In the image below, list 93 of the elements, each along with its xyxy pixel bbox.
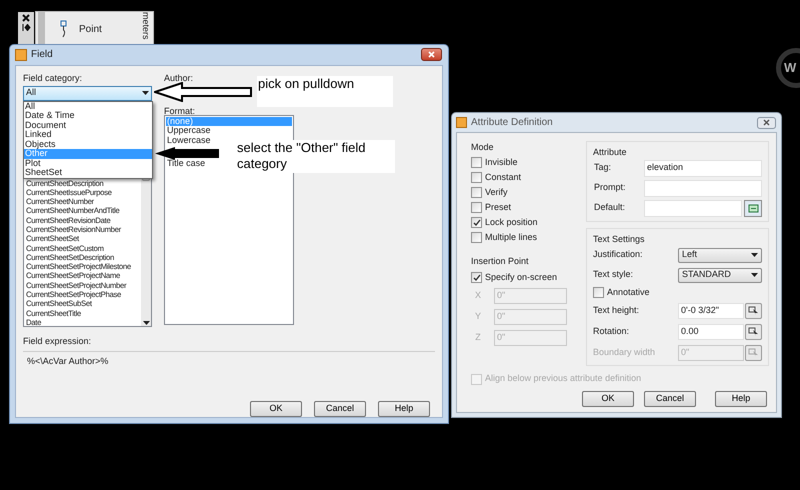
checkbox-label: Invisible <box>485 156 518 169</box>
axis-label: Y <box>474 310 482 324</box>
caret-icon <box>142 91 149 95</box>
dialog-button[interactable]: OK <box>250 401 302 417</box>
axis-label: Z <box>474 331 482 344</box>
checkbox-label: Specify on-screen <box>485 270 558 284</box>
dropdown-option[interactable]: SheetSet <box>24 168 152 178</box>
checkbox[interactable] <box>471 172 482 183</box>
checkbox-label: Align below previous attribute definition <box>485 372 642 386</box>
close-button[interactable] <box>421 48 442 62</box>
checkbox[interactable] <box>471 232 482 243</box>
checkbox[interactable] <box>471 272 482 283</box>
dropdown-option[interactable]: Plot <box>24 158 152 168</box>
checkbox-label: Constant <box>485 170 522 184</box>
viewcube[interactable]: W <box>776 48 800 88</box>
select-field[interactable]: STANDARD <box>678 268 762 282</box>
point-parameter-icon <box>59 20 69 38</box>
group-label: Text Settings <box>593 233 646 245</box>
palette-tab-label[interactable]: meters <box>139 12 152 40</box>
group-label: Insertion Point <box>471 255 530 268</box>
checkbox[interactable] <box>471 217 482 228</box>
text-field[interactable] <box>644 200 742 216</box>
checkbox[interactable] <box>471 187 482 198</box>
field-label: Tag: <box>593 161 612 174</box>
field-label: Field expression: <box>23 334 92 348</box>
panel-grip[interactable] <box>38 12 45 44</box>
field-label: Rotation: <box>593 324 630 338</box>
cursor-icon <box>748 326 759 337</box>
text-field[interactable]: elevation <box>644 160 762 176</box>
compass-label: W <box>784 59 796 78</box>
close-icon <box>763 119 770 126</box>
resize-icon[interactable] <box>22 24 30 31</box>
text-field[interactable]: 0.00 <box>678 324 744 340</box>
select-field[interactable]: Left <box>678 248 762 262</box>
caret-icon <box>751 273 758 277</box>
text-field[interactable]: 0'-0 3/32" <box>678 302 744 318</box>
dropdown-option[interactable]: Linked <box>24 130 152 140</box>
list-item[interactable]: Uppercase <box>166 126 212 136</box>
dialog-button[interactable]: Cancel <box>644 391 696 407</box>
text-field[interactable] <box>644 180 762 196</box>
axis-label: X <box>474 289 482 302</box>
list-item[interactable]: Title case <box>166 159 206 168</box>
cursor-icon <box>748 347 759 358</box>
check-icon <box>472 218 480 226</box>
checkbox-label: Annotative <box>607 286 650 299</box>
app-icon <box>456 117 467 128</box>
field-icon <box>748 204 758 212</box>
dropdown-option[interactable]: Date & Time <box>24 111 152 120</box>
field-label: Author: <box>164 72 194 84</box>
checkbox-label: Lock position <box>485 216 538 229</box>
checkbox[interactable] <box>471 202 482 213</box>
dropdown-option[interactable]: Objects <box>24 140 152 149</box>
callout-note: select the "Other" field category <box>237 140 395 173</box>
app-icon <box>15 48 27 61</box>
field-label: Text height: <box>593 304 640 317</box>
dialog-button[interactable]: OK <box>582 391 634 407</box>
checkbox-label: Verify <box>485 186 508 199</box>
group-label: Attribute <box>593 146 628 158</box>
insert-field-button[interactable] <box>744 200 762 216</box>
close-icon[interactable] <box>22 14 30 22</box>
window-title: Attribute Definition <box>471 116 554 130</box>
close-button[interactable] <box>757 116 776 128</box>
dialog-button[interactable]: Cancel <box>314 401 366 417</box>
checkbox[interactable] <box>471 157 482 168</box>
pick-button[interactable] <box>745 324 762 340</box>
field-label: Format: <box>164 104 196 114</box>
check-icon <box>472 274 480 282</box>
dropdown-option[interactable]: All <box>24 102 152 111</box>
field-label: Text style: <box>593 268 634 282</box>
field-label: Justification: <box>593 248 644 262</box>
close-icon <box>428 51 435 58</box>
checkbox[interactable] <box>593 287 604 298</box>
dialog-button[interactable]: Help <box>715 391 767 407</box>
arrow-icon <box>155 147 219 160</box>
callout-note: pick on pulldown <box>257 76 393 107</box>
list-item[interactable]: Lowercase <box>166 136 212 145</box>
caret-icon <box>142 320 150 324</box>
pick-button[interactable] <box>745 302 762 318</box>
dropdown-option[interactable]: Document <box>24 120 152 130</box>
arrow-icon <box>154 82 252 102</box>
caret-icon <box>751 253 758 257</box>
checkbox-label: Multiple lines <box>485 230 538 244</box>
category-select[interactable]: All <box>23 86 152 100</box>
field-label: Field category: <box>23 72 84 85</box>
cursor-icon <box>748 305 759 316</box>
field-label: Default: <box>593 201 626 214</box>
field-label: Boundary width <box>593 346 656 359</box>
group-label: Mode <box>471 141 495 154</box>
palette-item[interactable]: Point <box>79 22 102 36</box>
dialog-button[interactable]: Help <box>378 401 430 417</box>
window-title: Field <box>31 48 54 62</box>
checkbox-label: Preset <box>485 200 512 214</box>
field-label: Prompt: <box>593 181 627 194</box>
